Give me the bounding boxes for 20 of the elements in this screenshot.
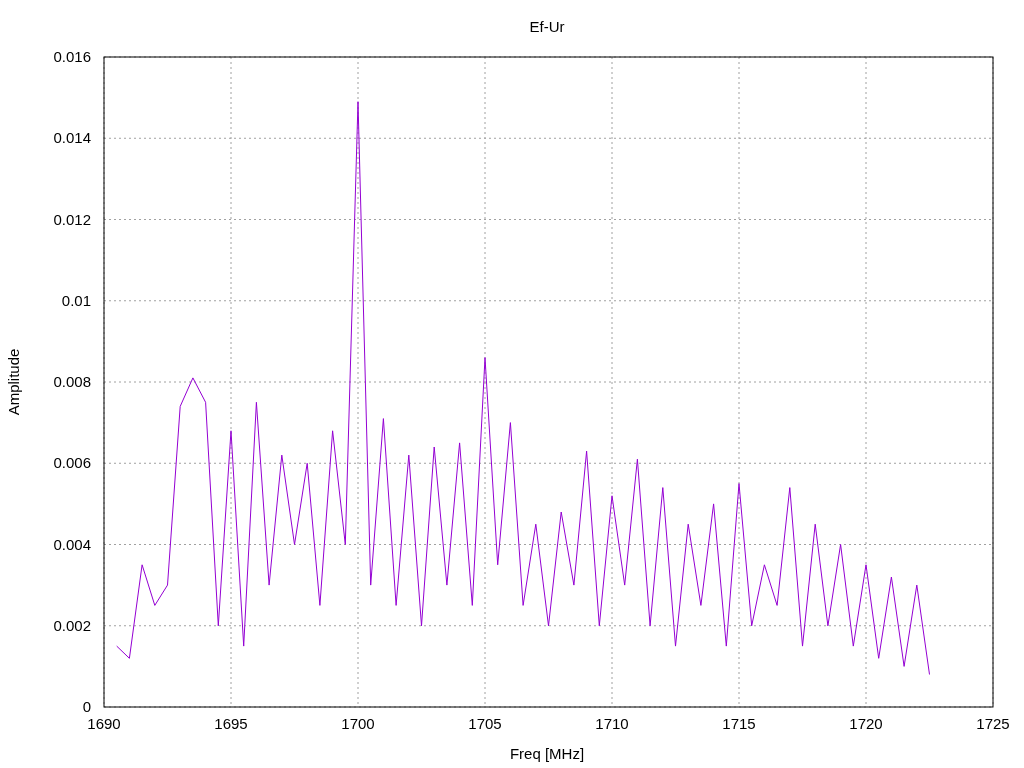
- y-tick-label: 0.002: [53, 616, 91, 634]
- y-tick-label: 0.014: [53, 129, 91, 147]
- chart-title: Ef-Ur: [529, 18, 565, 35]
- x-tick-label: 1690: [87, 715, 121, 732]
- y-tick-label: 0.006: [53, 454, 91, 472]
- x-tick-label: 1705: [468, 715, 502, 732]
- y-tick-label: 0: [82, 698, 91, 715]
- y-tick-label: 0.004: [53, 535, 91, 553]
- x-tick-label: 1725: [976, 715, 1010, 732]
- x-tick-label: 1715: [722, 715, 756, 732]
- x-tick-label: 1720: [849, 715, 883, 732]
- y-tick-label: 0.012: [53, 210, 91, 228]
- x-tick-label: 1710: [595, 715, 629, 732]
- y-tick-label: 0.01: [61, 291, 91, 309]
- x-axis-label: Freq [MHz]: [509, 745, 585, 762]
- x-tick-label: 1695: [214, 715, 248, 732]
- y-tick-label: 0.008: [53, 373, 91, 390]
- y-tick-label: 0.016: [53, 48, 91, 65]
- x-tick-label: 1700: [341, 715, 375, 732]
- y-axis-label: Amplitude: [5, 348, 22, 416]
